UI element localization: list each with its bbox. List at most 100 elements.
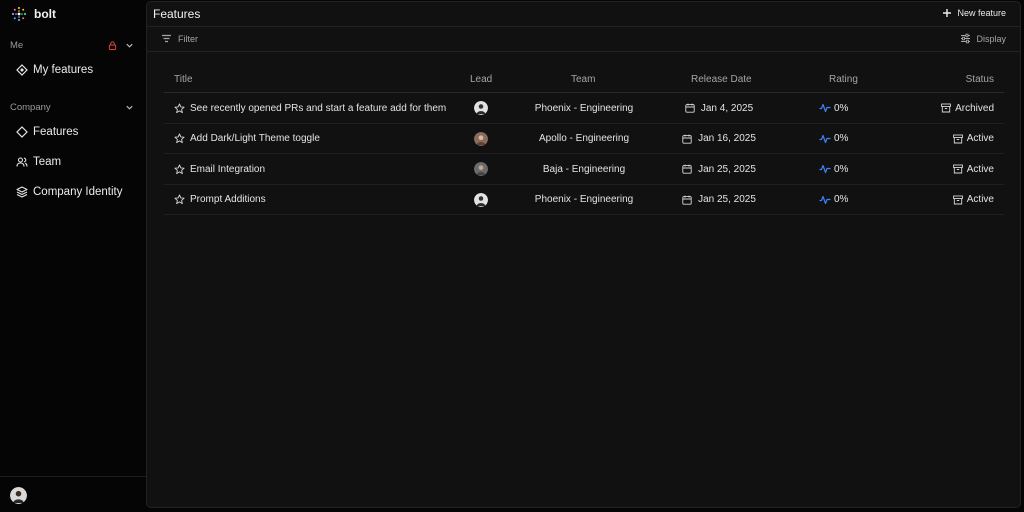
filter-icon <box>162 34 171 43</box>
sidebar-item-my-features[interactable]: My features <box>16 62 93 78</box>
status-label: Active <box>966 194 994 205</box>
sidebar-footer <box>0 476 146 512</box>
main-panel: Features New feature Filter Display Titl… <box>146 1 1021 508</box>
star-icon[interactable] <box>174 194 185 205</box>
team-cell: Phoenix - Engineering <box>534 194 634 205</box>
activity-icon <box>819 164 831 174</box>
star-icon[interactable] <box>174 163 185 175</box>
rating-cell: 0% <box>819 124 848 154</box>
release-date: Jan 25, 2025 <box>698 163 756 175</box>
release-date: Jan 4, 2025 <box>700 102 754 114</box>
sidebar-item-label: My features <box>33 64 94 76</box>
sidebar-item-label: Team <box>33 156 62 168</box>
section-company-label: Company <box>10 101 51 113</box>
star-icon[interactable] <box>174 102 185 114</box>
feature-title: Add Dark/Light Theme toggle <box>190 133 320 144</box>
column-header-status[interactable]: Status <box>966 74 994 85</box>
section-me[interactable]: Me <box>10 38 134 52</box>
user-avatar[interactable] <box>10 487 27 504</box>
star-icon[interactable] <box>174 133 185 144</box>
rating-value: 0% <box>834 102 849 114</box>
lead-avatar[interactable] <box>474 101 488 115</box>
rating-cell: 0% <box>819 185 848 215</box>
title-cell: See recently opened PRs and start a feat… <box>174 93 446 123</box>
rating-cell: 0% <box>819 93 848 123</box>
brand-name: bolt <box>34 7 56 21</box>
feature-title: Email Integration <box>190 163 266 175</box>
sidebar-item-label: Features <box>33 126 79 138</box>
lead-avatar[interactable] <box>474 131 488 146</box>
bolt-logo-icon <box>11 6 27 22</box>
status-cell: Active <box>952 185 994 215</box>
activity-icon <box>819 134 831 143</box>
sidebar-item-features[interactable]: Features <box>16 124 78 140</box>
lead-avatar[interactable] <box>474 162 488 176</box>
display-button[interactable]: Display <box>960 33 1006 44</box>
sidebar-item-label: Company Identity <box>33 186 123 198</box>
date-cell: Jan 25, 2025 <box>674 185 764 215</box>
archive-icon <box>941 103 951 113</box>
rating-value: 0% <box>834 133 849 144</box>
status-cell: Active <box>952 154 994 184</box>
column-header-title[interactable]: Title <box>174 74 193 85</box>
lead-cell <box>473 93 489 123</box>
sliders-icon <box>961 33 971 44</box>
feature-title: See recently opened PRs and start a feat… <box>190 102 447 114</box>
column-header-rating[interactable]: Rating <box>829 74 858 85</box>
sidebar: bolt Me My features Company Features Tea… <box>0 0 146 512</box>
diamond-icon <box>16 126 28 138</box>
filter-button[interactable]: Filter <box>161 33 198 44</box>
main-header: Features New feature <box>147 2 1020 27</box>
release-date: Jan 25, 2025 <box>698 194 756 205</box>
calendar-icon <box>682 195 692 205</box>
feature-title: Prompt Additions <box>190 194 266 205</box>
lead-cell <box>473 185 489 215</box>
table-row[interactable]: See recently opened PRs and start a feat… <box>164 93 1004 124</box>
layers-icon <box>16 186 28 198</box>
users-icon <box>16 157 28 167</box>
column-header-release-date[interactable]: Release Date <box>691 74 752 85</box>
column-header-team[interactable]: Team <box>571 74 595 85</box>
toolbar: Filter Display <box>147 27 1020 52</box>
status-cell: Active <box>952 124 994 154</box>
rating-value: 0% <box>834 194 849 205</box>
lead-cell <box>473 124 489 154</box>
table-header: Title Lead Team Release Date Rating Stat… <box>164 68 1004 93</box>
rating-value: 0% <box>834 163 849 175</box>
section-me-label: Me <box>10 39 24 51</box>
title-cell: Email Integration <box>174 154 265 184</box>
date-cell: Jan 16, 2025 <box>674 124 764 154</box>
archive-icon <box>952 195 963 204</box>
diamond-icon <box>16 64 28 76</box>
table-row[interactable]: Prompt Additions Phoenix - Engineering J… <box>164 185 1004 215</box>
brand[interactable]: bolt <box>10 5 56 23</box>
team-cell: Phoenix - Engineering <box>534 102 634 114</box>
activity-icon <box>819 103 831 113</box>
plus-icon <box>943 9 952 17</box>
chevron-down-icon[interactable] <box>125 41 134 50</box>
filter-label: Filter <box>178 33 198 44</box>
table-row[interactable]: Add Dark/Light Theme toggle Apollo - Eng… <box>164 124 1004 154</box>
features-table: Title Lead Team Release Date Rating Stat… <box>164 68 1004 215</box>
sidebar-item-company-identity[interactable]: Company Identity <box>16 184 123 200</box>
chevron-down-icon[interactable] <box>125 103 134 112</box>
section-company[interactable]: Company <box>10 100 134 114</box>
date-cell: Jan 25, 2025 <box>674 154 764 184</box>
status-label: Active <box>966 163 994 175</box>
table-row[interactable]: Email Integration Baja - Engineering Jan… <box>164 154 1004 185</box>
activity-icon <box>819 195 831 204</box>
new-feature-label: New feature <box>957 8 1006 18</box>
display-label: Display <box>976 33 1006 44</box>
calendar-icon <box>685 103 695 113</box>
column-header-lead[interactable]: Lead <box>470 74 492 85</box>
archive-icon <box>952 134 963 143</box>
status-label: Archived <box>955 102 994 114</box>
archive-icon <box>952 164 963 174</box>
calendar-icon <box>682 134 692 144</box>
date-cell: Jan 4, 2025 <box>674 93 764 123</box>
lead-avatar[interactable] <box>474 192 488 207</box>
new-feature-button[interactable]: New feature <box>942 8 1006 18</box>
status-label: Active <box>966 133 994 144</box>
release-date: Jan 16, 2025 <box>698 133 756 144</box>
sidebar-item-team[interactable]: Team <box>16 154 61 170</box>
